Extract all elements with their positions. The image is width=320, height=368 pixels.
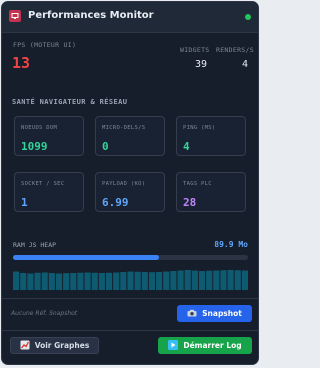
sparkline-bar (105, 272, 113, 290)
sparkline-bar (134, 271, 141, 290)
view-graphs-label: Voir Graphes (34, 341, 90, 350)
sparkline-bar (127, 271, 134, 290)
sparkline-bar (220, 270, 227, 290)
card-label: TAGS PLC (183, 181, 212, 187)
sparkline-bar (163, 271, 170, 290)
card-value: 1 (21, 196, 28, 209)
card-value: 28 (183, 196, 197, 209)
sparkline-bar (198, 271, 206, 290)
card-socket: SOCKET / SEC 1 (14, 172, 84, 212)
ram-progress-fill (13, 255, 159, 260)
chart-icon (20, 340, 30, 352)
divider (2, 298, 258, 299)
sparkline-bar (27, 273, 34, 290)
play-icon (168, 339, 179, 352)
sparkline-bar (84, 272, 91, 290)
snapshot-button[interactable]: Snapshot (177, 305, 252, 322)
ram-value: 89.9 Mo (214, 240, 248, 249)
start-log-button[interactable]: Démarrer Log (158, 337, 252, 354)
title-bar[interactable]: Performances Monitor (2, 2, 258, 33)
sparkline-bar (177, 270, 184, 290)
sparkline-bar (34, 272, 41, 290)
sparkline-bar (41, 272, 48, 290)
sparkline-bar (227, 270, 234, 290)
sparkline-bar (120, 272, 127, 290)
card-value: 0 (102, 140, 109, 153)
sparkline-bar (170, 271, 177, 290)
card-dom-nodes: NOEUDS DOM 1099 (14, 116, 84, 156)
card-payload: PAYLOAD (KO) 6.99 (95, 172, 165, 212)
snapshot-reference-text: Aucune Réf. Snapshot (11, 310, 78, 317)
snapshot-button-label: Snapshot (202, 309, 242, 318)
sparkline-bar (20, 273, 27, 290)
performance-monitor-panel: Performances Monitor FPS (MOTEUR UI) 13 … (1, 1, 259, 365)
card-label: MICRO-DELS/S (102, 125, 146, 131)
card-micro-dels: MICRO-DELS/S 0 (95, 116, 165, 156)
sparkline-bar (98, 273, 105, 290)
widgets-value: 39 (195, 59, 208, 70)
camera-icon (187, 309, 197, 319)
renders-value: 4 (242, 59, 249, 70)
sparkline-bar (63, 273, 70, 290)
sparkline-bar (148, 272, 156, 290)
card-value: 4 (183, 140, 190, 153)
ram-label: RAM JS HEAP (13, 241, 57, 249)
start-log-label: Démarrer Log (183, 341, 242, 350)
sparkline-bar (113, 272, 120, 290)
sparkline-bar (241, 270, 248, 290)
sparkline-bar (191, 270, 198, 290)
ram-progress-bar (13, 255, 248, 260)
fps-label: FPS (MOTEUR UI) (13, 41, 77, 49)
card-value: 6.99 (102, 196, 129, 209)
divider (2, 330, 258, 331)
sparkline-bar (55, 273, 63, 290)
widgets-label: WIDGETS (180, 46, 210, 54)
card-ping: PING (MS) 4 (176, 116, 246, 156)
card-label: NOEUDS DOM (21, 125, 58, 131)
card-value: 1099 (21, 140, 48, 153)
sparkline-bar (48, 273, 55, 290)
fps-value: 13 (12, 54, 31, 72)
card-label: PING (MS) (183, 125, 216, 131)
sparkline-bar (13, 271, 20, 290)
sparkline-bar (91, 272, 98, 290)
status-indicator-dot (245, 14, 251, 20)
sparkline-bar (213, 270, 220, 290)
sparkline-bar (156, 272, 163, 290)
sparkline-bar (141, 272, 148, 290)
panel-title: Performances Monitor (28, 10, 154, 21)
card-plc-tags: TAGS PLC 28 (176, 172, 246, 212)
sparkline-bar (77, 272, 84, 290)
monitor-icon (9, 10, 21, 22)
view-graphs-button[interactable]: Voir Graphes (10, 337, 99, 354)
renders-label: RENDERS/S (216, 46, 254, 54)
sparkline-bar (206, 270, 213, 290)
sparkline-bar (184, 270, 191, 290)
section-title: SANTÉ NAVIGATEUR & RÉSEAU (12, 98, 128, 106)
sparkline-bar (234, 270, 241, 290)
sparkline-bar (70, 273, 77, 290)
card-label: PAYLOAD (KO) (102, 181, 146, 187)
memory-sparkline (13, 270, 248, 290)
card-label: SOCKET / SEC (21, 181, 65, 187)
